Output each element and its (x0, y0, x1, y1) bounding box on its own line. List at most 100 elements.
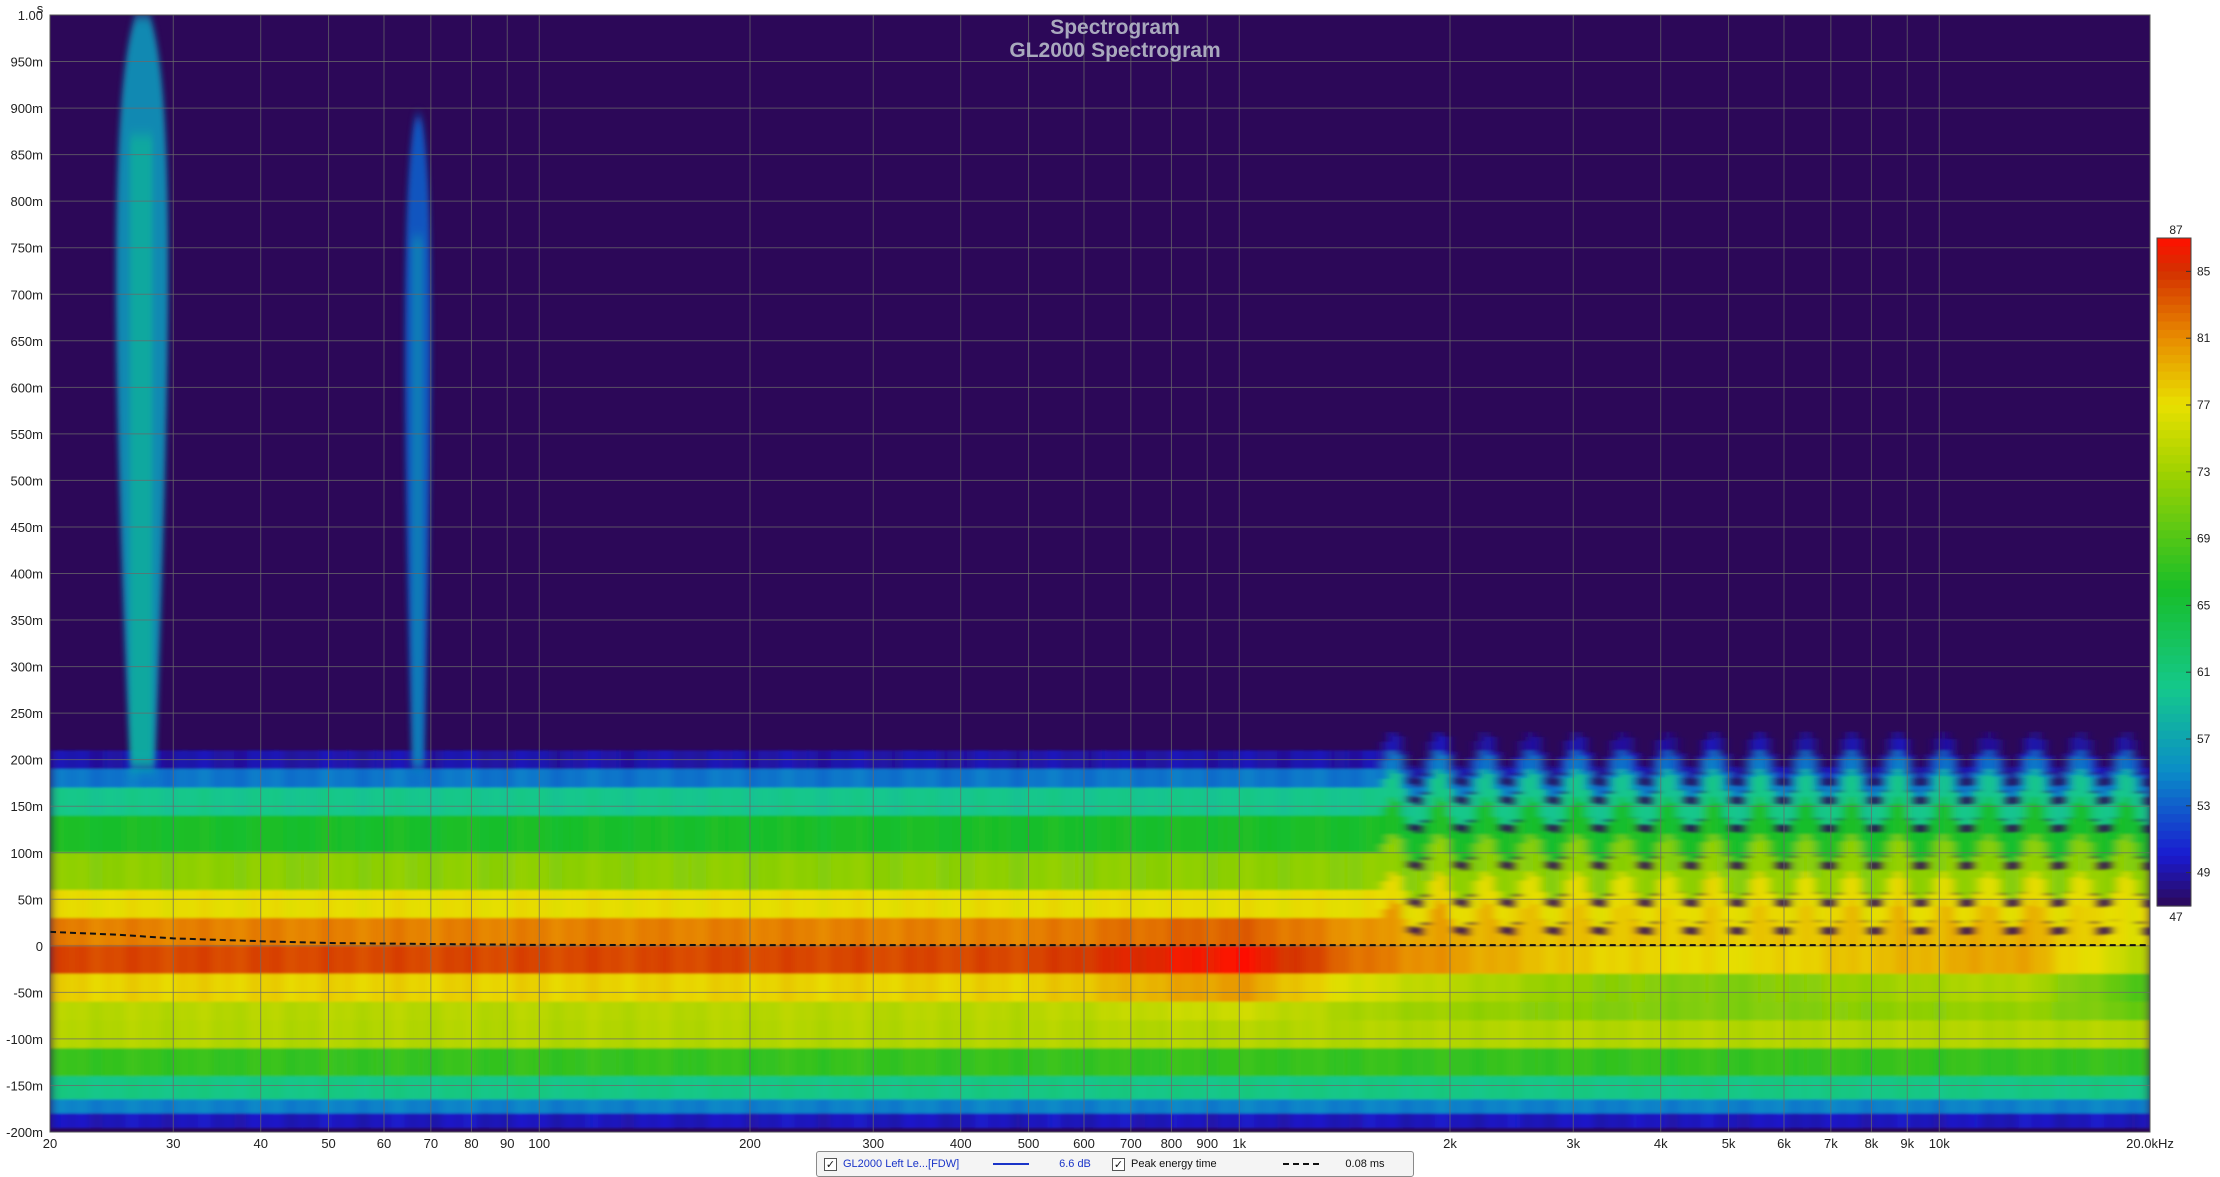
heat-cell (463, 918, 470, 947)
heat-cell (1861, 1113, 1868, 1128)
heat-cell (910, 974, 917, 1003)
heat-cell (647, 769, 654, 788)
heat-cell (1684, 766, 1691, 777)
heat-cell (411, 769, 418, 788)
heat-cell (155, 1048, 162, 1077)
heat-cell (1034, 816, 1041, 854)
heat-cell (765, 1113, 772, 1128)
heat-cell (1750, 907, 1757, 947)
heat-cell (1540, 1099, 1547, 1114)
heat-cell (1172, 853, 1179, 891)
heat-cell (286, 1002, 293, 1021)
heat-cell (1638, 766, 1645, 777)
heat-cell (1697, 946, 1704, 975)
heat-cell (752, 1020, 759, 1049)
heat-cell (76, 1002, 83, 1021)
heat-cell (280, 946, 287, 975)
heat-cell (2032, 1113, 2039, 1128)
heat-cell (805, 1113, 812, 1128)
heat-cell (1513, 1020, 1520, 1049)
heat-cell (1527, 974, 1534, 1003)
heat-cell (988, 816, 995, 854)
heat-cell (1369, 1048, 1376, 1077)
heat-cell (523, 890, 530, 919)
heat-cell (1343, 974, 1350, 1003)
heat-cell (96, 890, 103, 919)
heat-cell (385, 1048, 392, 1077)
heat-cell (1349, 853, 1356, 891)
heat-cell (1002, 918, 1009, 947)
x-tick-label: 40 (253, 1136, 267, 1151)
heat-cell (1461, 1113, 1468, 1128)
heat-cell (286, 974, 293, 1003)
heat-cell (509, 788, 516, 817)
heat-cell (319, 853, 326, 891)
heat-cell (477, 918, 484, 947)
heat-cell (870, 788, 877, 817)
heat-cell (2104, 946, 2111, 975)
heat-cell (838, 918, 845, 947)
heat-cell (398, 1099, 405, 1114)
heat-cell (431, 1002, 438, 1021)
heat-cell (877, 1113, 884, 1128)
heat-cell (1743, 946, 1750, 975)
heat-cell (1100, 1113, 1107, 1128)
heat-cell (765, 1099, 772, 1114)
heat-cell (1848, 1099, 1855, 1114)
heat-cell (1914, 1020, 1921, 1049)
heat-cell (890, 1113, 897, 1128)
heat-cell (838, 853, 845, 891)
heat-cell (437, 890, 444, 919)
heat-cell (614, 853, 621, 891)
heat-cell (431, 769, 438, 788)
heat-cell (1697, 821, 1704, 856)
heat-cell (943, 853, 950, 891)
heat-cell (89, 890, 96, 919)
heat-cell (1638, 785, 1645, 796)
heat-cell (1638, 1048, 1645, 1077)
heat-cell (910, 918, 917, 947)
heat-cell (1310, 1099, 1317, 1114)
heat-cell (1540, 752, 1547, 771)
heat-cell (1586, 1048, 1593, 1077)
heat-cell (1920, 869, 1927, 899)
heat-cell (2012, 946, 2019, 975)
heat-cell (365, 946, 372, 975)
heat-cell (929, 788, 936, 817)
heat-cell (1500, 905, 1507, 926)
heat-cell (1002, 890, 1009, 919)
heat-cell (372, 853, 379, 891)
heat-cell (1087, 1113, 1094, 1128)
heat-cell (404, 1002, 411, 1021)
heat-cell (641, 974, 648, 1003)
heat-cell (1553, 974, 1560, 1003)
heat-cell (687, 946, 694, 975)
heat-cell (1192, 853, 1199, 891)
heat-cell (286, 1113, 293, 1128)
heat-cell (1592, 906, 1599, 927)
heat-cell (969, 816, 976, 854)
heat-cell (365, 1099, 372, 1114)
heat-cell (1973, 819, 1980, 855)
heat-cell (1605, 756, 1612, 772)
heat-cell (1533, 1113, 1540, 1128)
heat-cell (2091, 1002, 2098, 1021)
heat-cell (227, 769, 234, 788)
heat-cell (1015, 769, 1022, 788)
heat-cell (352, 946, 359, 975)
heat-cell (1927, 1048, 1934, 1077)
heat-cell (1435, 974, 1442, 1003)
heat-cell (765, 1076, 772, 1100)
heat-cell (844, 974, 851, 1003)
heat-cell (155, 788, 162, 817)
heat-cell (1953, 774, 1960, 791)
heat-cell (1546, 906, 1553, 927)
heat-cell (1966, 907, 1973, 927)
x-tick-label: 60 (377, 1136, 391, 1151)
heat-cell (1382, 1048, 1389, 1077)
heat-cell (2137, 974, 2144, 1003)
heat-cell (1349, 890, 1356, 919)
heat-cell (1678, 1048, 1685, 1077)
heat-cell (168, 918, 175, 947)
heat-cell (1907, 1113, 1914, 1128)
